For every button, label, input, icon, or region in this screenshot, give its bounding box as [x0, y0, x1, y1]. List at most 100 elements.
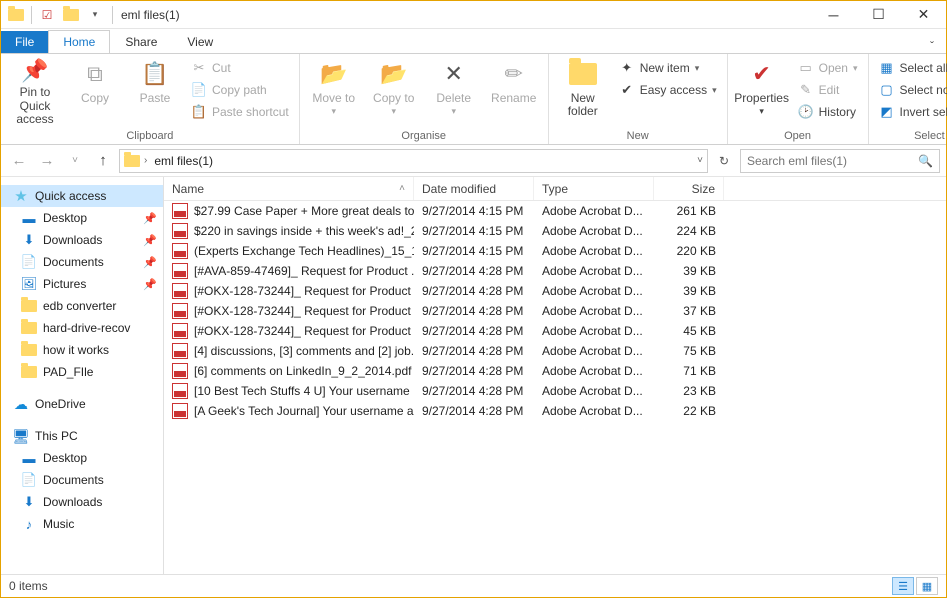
pin-quickaccess-button[interactable]: 📌 Pin to Quick access — [7, 56, 63, 126]
copy-button[interactable]: ⧉ Copy — [67, 56, 123, 126]
selectall-button[interactable]: ▦Select all — [875, 58, 947, 78]
search-input[interactable] — [747, 154, 918, 168]
col-type[interactable]: Type — [534, 177, 654, 200]
col-name[interactable]: Name˄ — [164, 177, 414, 200]
moveto-button[interactable]: 📂Move to▾ — [306, 56, 362, 126]
file-name: [#OKX-128-73244]_ Request for Product ..… — [194, 304, 414, 318]
easyaccess-button[interactable]: ✔Easy access ▾ — [615, 80, 721, 100]
qat-newfolder-icon[interactable] — [60, 4, 82, 26]
thispc-icon: 🖥 — [13, 428, 29, 444]
nav-hdd[interactable]: hard-drive-recov — [1, 317, 163, 339]
delete-button[interactable]: ✕Delete▾ — [426, 56, 482, 126]
star-icon: ★ — [13, 188, 29, 204]
maximize-button[interactable]: ☐ — [856, 1, 901, 29]
cut-button[interactable]: ✂Cut — [187, 58, 293, 78]
file-row[interactable]: $27.99 Case Paper + More great deals to … — [164, 201, 946, 221]
nav-pictures[interactable]: 🖼Pictures📌 — [1, 273, 163, 295]
history-button[interactable]: 🕑History — [794, 102, 862, 122]
tab-view[interactable]: View — [172, 30, 228, 53]
col-size[interactable]: Size — [654, 177, 724, 200]
recent-dropdown[interactable]: ˅ — [63, 149, 87, 173]
back-button[interactable]: ← — [7, 149, 31, 173]
file-row[interactable]: [4] discussions, [3] comments and [2] jo… — [164, 341, 946, 361]
file-row[interactable]: [#OKX-128-73244]_ Request for Product ..… — [164, 301, 946, 321]
up-button[interactable]: ↑ — [91, 149, 115, 173]
copyto-button[interactable]: 📂Copy to▾ — [366, 56, 422, 126]
tab-share[interactable]: Share — [110, 30, 172, 53]
forward-button[interactable]: → — [35, 149, 59, 173]
address-bar[interactable]: › eml files(1) ˅ — [119, 149, 708, 173]
pin-label: Pin to Quick access — [7, 86, 63, 126]
view-thumbnails-button[interactable]: ▦ — [916, 577, 938, 595]
close-button[interactable]: ✕ — [901, 1, 946, 29]
window-title: eml files(1) — [115, 8, 811, 22]
paste-button[interactable]: 📋 Paste — [127, 56, 183, 126]
file-type: Adobe Acrobat D... — [534, 364, 654, 378]
nav-downloads2[interactable]: ⬇Downloads — [1, 491, 163, 513]
chevron-right-icon[interactable]: › — [144, 155, 147, 166]
file-row[interactable]: (Experts Exchange Tech Headlines)_15_11.… — [164, 241, 946, 261]
newfolder-button[interactable]: New folder — [555, 56, 611, 126]
organise-group-label: Organise — [306, 128, 542, 144]
properties-button[interactable]: ✔Properties▾ — [734, 56, 790, 126]
nav-pad[interactable]: PAD_FIle — [1, 361, 163, 383]
nav-thispc[interactable]: 🖥This PC — [1, 425, 163, 447]
nav-documents2[interactable]: 📄Documents — [1, 469, 163, 491]
qat-properties-icon[interactable]: ☑ — [36, 4, 58, 26]
open-group-label: Open — [734, 128, 862, 144]
nav-desktop2[interactable]: ▬Desktop — [1, 447, 163, 469]
pin-icon: 📌 — [143, 256, 157, 269]
edit-button[interactable]: ✎Edit — [794, 80, 862, 100]
address-dropdown-icon[interactable]: ˅ — [697, 155, 703, 166]
documents-icon: 📄 — [21, 254, 37, 270]
file-row[interactable]: [#OKX-128-73244]_ Request for Product ..… — [164, 321, 946, 341]
nav-quick-access[interactable]: ★Quick access — [1, 185, 163, 207]
tab-home[interactable]: Home — [48, 30, 110, 53]
rename-button[interactable]: ✏Rename — [486, 56, 542, 126]
pin-icon: 📌 — [19, 58, 51, 84]
newfolder-icon — [567, 58, 599, 90]
cut-icon: ✂ — [191, 60, 207, 76]
file-row[interactable]: [A Geek's Tech Journal] Your username a.… — [164, 401, 946, 421]
nav-how[interactable]: how it works — [1, 339, 163, 361]
navigation-pane[interactable]: ★Quick access ▬Desktop📌 ⬇Downloads📌 📄Doc… — [1, 177, 164, 574]
nav-edb[interactable]: edb converter — [1, 295, 163, 317]
qat-folder-icon[interactable] — [5, 4, 27, 26]
breadcrumb-current[interactable]: eml files(1) — [151, 154, 216, 168]
nav-documents[interactable]: 📄Documents📌 — [1, 251, 163, 273]
file-list[interactable]: $27.99 Case Paper + More great deals to … — [164, 201, 946, 574]
moveto-icon: 📂 — [318, 58, 350, 90]
open-icon: ▭ — [798, 60, 814, 76]
nav-onedrive[interactable]: ☁OneDrive — [1, 393, 163, 415]
file-row[interactable]: [10 Best Tech Stuffs 4 U] Your username … — [164, 381, 946, 401]
file-name: [#OKX-128-73244]_ Request for Product ..… — [194, 324, 414, 338]
open-button[interactable]: ▭Open ▾ — [794, 58, 862, 78]
minimize-button[interactable]: ─ — [811, 1, 856, 29]
selectnone-button[interactable]: ▢Select none — [875, 80, 947, 100]
ribbon-collapse-icon[interactable]: ˇ — [918, 39, 946, 53]
tab-file[interactable]: File — [1, 31, 48, 53]
nav-downloads[interactable]: ⬇Downloads📌 — [1, 229, 163, 251]
clipboard-group-label: Clipboard — [7, 128, 293, 144]
copypath-button[interactable]: 📄Copy path — [187, 80, 293, 100]
rename-icon: ✏ — [498, 58, 530, 90]
file-row[interactable]: [#AVA-859-47469]_ Request for Product ..… — [164, 261, 946, 281]
file-row[interactable]: $220 in savings inside + this week's ad!… — [164, 221, 946, 241]
file-name: [#OKX-128-73244]_ Request for Product ..… — [194, 284, 414, 298]
file-size: 23 KB — [654, 384, 724, 398]
search-icon[interactable]: 🔍 — [918, 154, 933, 168]
refresh-button[interactable]: ↻ — [712, 149, 736, 173]
nav-desktop[interactable]: ▬Desktop📌 — [1, 207, 163, 229]
pasteshortcut-button[interactable]: 📋Paste shortcut — [187, 102, 293, 122]
nav-music[interactable]: ♪Music — [1, 513, 163, 535]
view-details-button[interactable]: ☰ — [892, 577, 914, 595]
col-date[interactable]: Date modified — [414, 177, 534, 200]
search-box[interactable]: 🔍 — [740, 149, 940, 173]
pictures-icon: 🖼 — [21, 276, 37, 292]
file-row[interactable]: [#OKX-128-73244]_ Request for Product ..… — [164, 281, 946, 301]
file-row[interactable]: [6] comments on LinkedIn_9_2_2014.pdf9/2… — [164, 361, 946, 381]
qat-customize-icon[interactable]: ▾ — [84, 4, 106, 26]
invertselection-button[interactable]: ◩Invert selection — [875, 102, 947, 122]
file-size: 22 KB — [654, 404, 724, 418]
newitem-button[interactable]: ✦New item ▾ — [615, 58, 721, 78]
